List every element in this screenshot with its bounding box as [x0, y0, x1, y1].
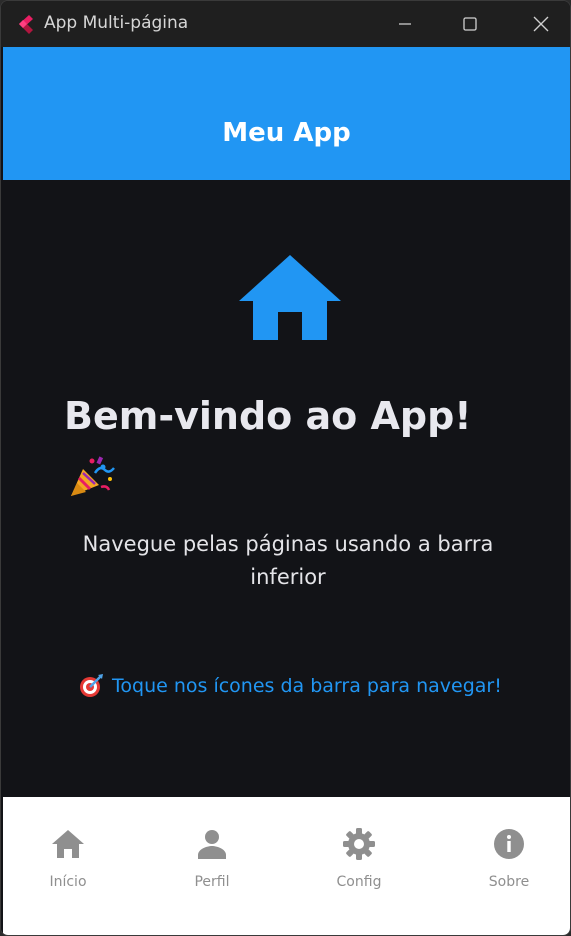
info-icon	[492, 827, 526, 865]
app-bar: Meu App	[3, 47, 570, 180]
gear-icon	[342, 827, 376, 865]
home-page: Bem-vindo ao App! Navegue pelas páginas …	[3, 180, 570, 797]
minimize-button[interactable]	[375, 1, 435, 47]
close-button[interactable]	[511, 1, 570, 47]
subtitle-text: Navegue pelas páginas usando a barra inf…	[82, 532, 494, 589]
navigation-hint: Toque nos ícones da barra para navegar!	[112, 675, 502, 697]
title-bar[interactable]: App Multi-página	[1, 1, 570, 47]
person-icon	[195, 827, 229, 865]
window-title: App Multi-página	[44, 13, 189, 33]
nav-item-perfil[interactable]: Perfil	[162, 827, 262, 897]
nav-label-config: Config	[336, 874, 382, 890]
nav-item-inicio[interactable]: Início	[18, 827, 118, 897]
home-icon	[239, 255, 341, 343]
app-window: App Multi-página Meu App Bem-vindo ao Ap…	[0, 0, 571, 936]
hint-row: Toque nos ícones da barra para navegar!	[78, 673, 502, 699]
party-popper-icon	[68, 455, 116, 499]
welcome-heading: Bem-vindo ao App!	[64, 394, 472, 438]
close-icon	[533, 16, 549, 32]
target-icon	[78, 673, 104, 699]
home-icon	[51, 827, 85, 865]
bottom-navigation-bar: Início Perfil Config Sobre	[3, 797, 570, 935]
nav-label-sobre: Sobre	[488, 874, 530, 890]
maximize-button[interactable]	[440, 1, 500, 47]
nav-item-config[interactable]: Config	[309, 827, 409, 897]
maximize-icon	[463, 17, 477, 31]
nav-label-inicio: Início	[49, 874, 87, 890]
nav-label-perfil: Perfil	[194, 874, 230, 890]
flutter-logo-icon	[15, 13, 37, 35]
minimize-icon	[398, 17, 412, 31]
app-bar-title: Meu App	[222, 117, 351, 148]
nav-item-sobre[interactable]: Sobre	[459, 827, 559, 897]
